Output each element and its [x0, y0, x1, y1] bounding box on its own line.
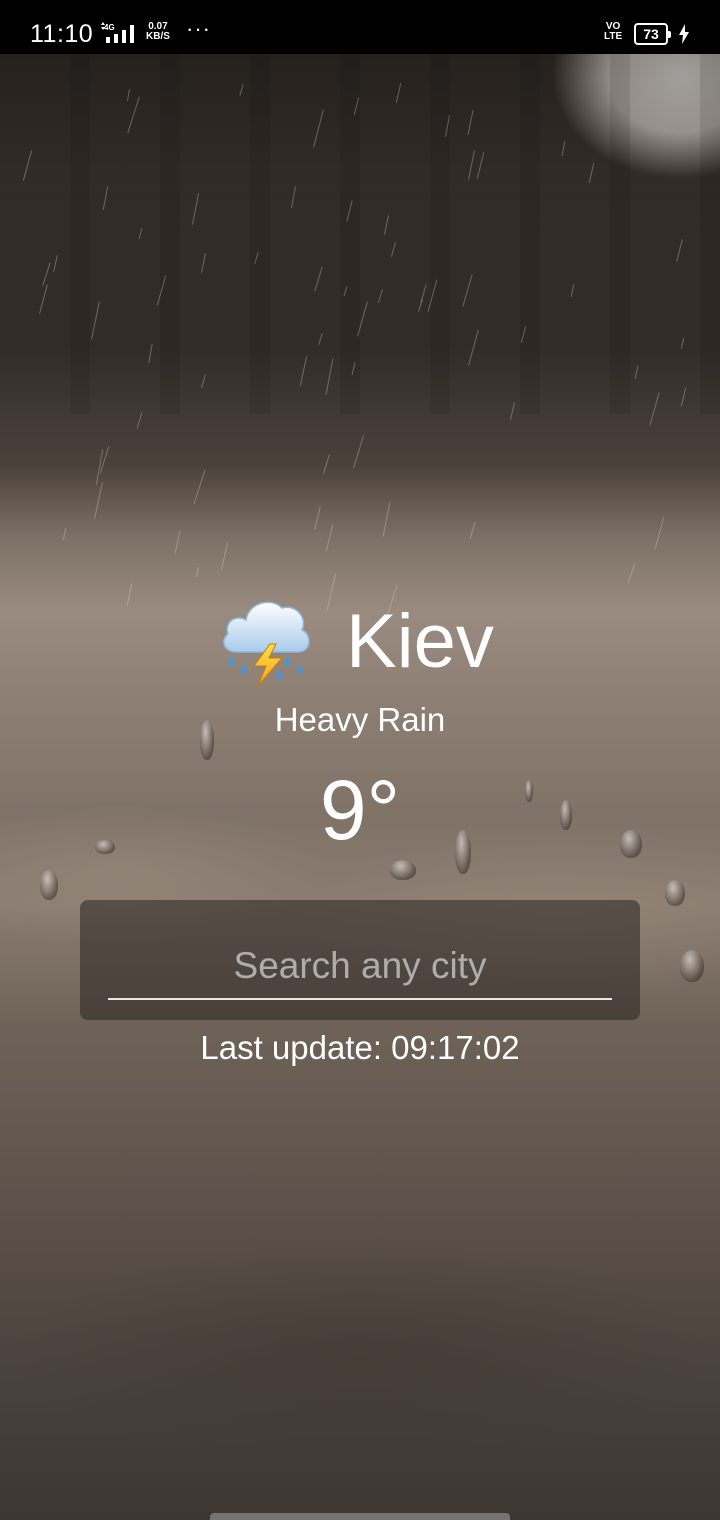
status-time: 11:10 — [30, 20, 94, 48]
network-speed-unit: KB/S — [146, 31, 170, 42]
weather-condition: Heavy Rain — [274, 701, 446, 738]
status-bar: 11:10 4G 0.07 KB/S ··· VO LTE 73 — [0, 0, 720, 54]
network-speed: 0.07 KB/S — [146, 22, 170, 42]
background-building — [0, 54, 720, 414]
thunderstorm-icon — [223, 601, 310, 687]
battery-icon: 73 — [634, 23, 671, 45]
volte-bottom-label: LTE — [604, 31, 623, 42]
signal-icon: 4G — [101, 22, 134, 43]
weather-screen: 11:10 4G 0.07 KB/S ··· VO LTE 73 Kiev He… — [0, 0, 720, 1520]
search-card — [80, 900, 640, 1020]
city-search-input[interactable] — [108, 934, 612, 1000]
charging-icon — [679, 24, 689, 44]
city-name: Kiev — [346, 599, 494, 684]
last-update-label: Last update: 09:17:02 — [200, 1029, 520, 1066]
temperature: 9° — [319, 763, 401, 857]
home-indicator[interactable] — [210, 1513, 510, 1520]
volte-icon: VO LTE — [604, 22, 622, 42]
network-type-label: 4G — [104, 23, 115, 32]
more-icon: ··· — [186, 16, 211, 41]
weather-header: Kiev — [218, 590, 528, 690]
